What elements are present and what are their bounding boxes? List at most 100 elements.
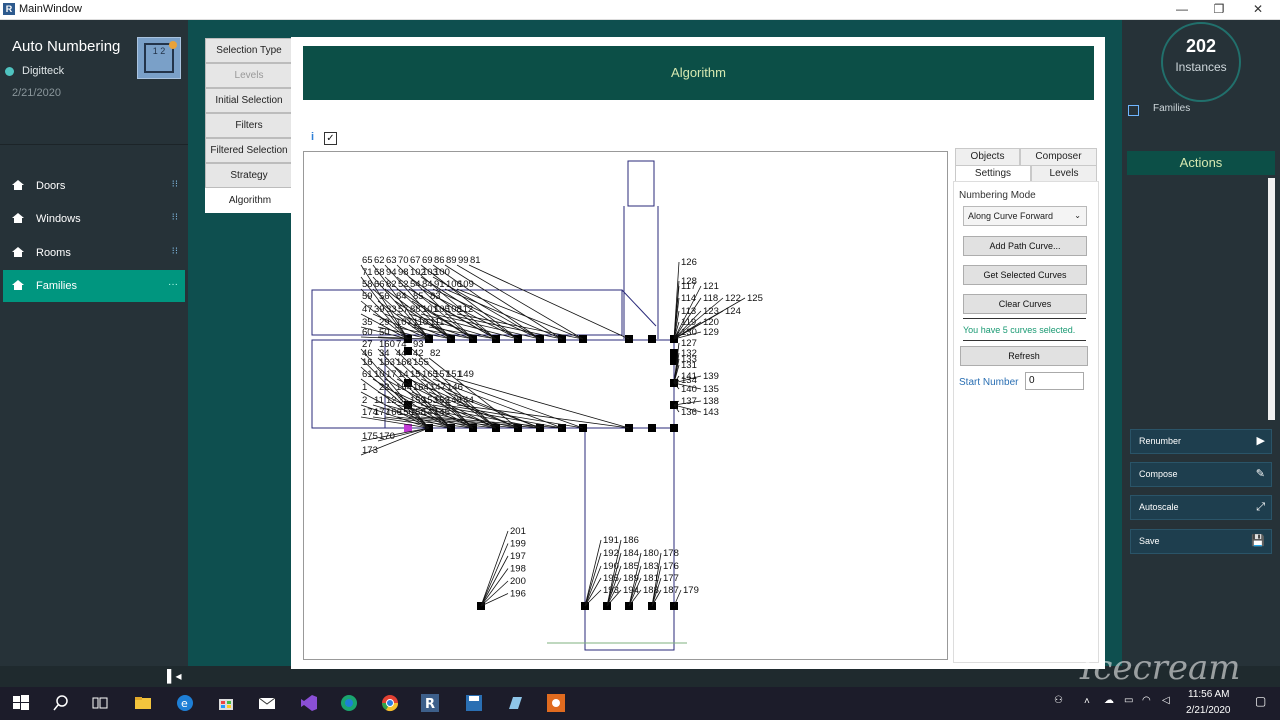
nav-label: Rooms [36, 247, 71, 259]
numbering-mode-select[interactable]: Along Curve Forward ⌄ [963, 206, 1087, 226]
refresh-button[interactable]: Refresh [960, 346, 1088, 366]
tab-filtered-selection[interactable]: Filtered Selection [205, 138, 293, 163]
wall-diagonal [621, 289, 657, 327]
recorder-icon[interactable] [547, 694, 565, 712]
store-icon[interactable] [217, 694, 235, 712]
tab-initial-selection[interactable]: Initial Selection [205, 88, 293, 113]
number-label: 198 [510, 564, 526, 575]
nav-item-rooms[interactable]: Rooms ⁝⁝ [3, 237, 185, 269]
number-label: 100 [434, 267, 450, 278]
windows-start-icon[interactable] [12, 694, 30, 712]
close-button[interactable]: ✕ [1240, 0, 1276, 19]
number-label: 121 [703, 281, 719, 292]
search-icon[interactable] [52, 694, 70, 712]
number-label: 192 [603, 548, 619, 559]
chrome-icon[interactable] [381, 694, 399, 712]
volume-icon[interactable]: ◁ [1162, 695, 1170, 706]
number-label: 109 [458, 279, 474, 290]
wifi-icon[interactable]: ◠ [1142, 695, 1151, 706]
save-button[interactable]: Save 💾 [1130, 529, 1272, 554]
save-disk-icon[interactable] [465, 694, 483, 712]
collapse-panel-icon[interactable]: ▌◂ [167, 669, 182, 683]
more-icon[interactable]: ··· [168, 279, 178, 290]
window-title: MainWindow [19, 3, 82, 15]
family-icon [1128, 105, 1139, 116]
number-label: 99 [458, 255, 469, 266]
number-label: 71 [362, 267, 373, 278]
element-marker[interactable] [648, 335, 656, 343]
number-label: 194 [623, 585, 639, 596]
number-label: 138 [703, 396, 719, 407]
autoscale-button[interactable]: Autoscale ⤢ [1130, 495, 1272, 520]
more-icon[interactable]: ⁝⁝ [172, 246, 178, 257]
right-sidebar [1122, 20, 1280, 666]
cloud-icon[interactable]: ☁ [1104, 695, 1114, 706]
families-label: Families [1153, 103, 1191, 114]
number-label: 59 [362, 291, 373, 302]
more-icon[interactable]: ⁝⁝ [172, 179, 178, 190]
clear-curves-button[interactable]: Clear Curves [963, 294, 1087, 314]
number-label: 195 [603, 573, 619, 584]
tab-composer[interactable]: Composer [1020, 148, 1097, 166]
mail-icon[interactable] [258, 694, 276, 712]
get-selected-curves-button[interactable]: Get Selected Curves [963, 265, 1087, 285]
nav-item-families[interactable]: Families ··· [3, 270, 185, 302]
app-icon[interactable] [506, 694, 524, 712]
number-label: 186 [623, 535, 639, 546]
number-label: 124 [725, 306, 741, 317]
info-icon[interactable]: i [311, 131, 314, 143]
element-marker[interactable] [670, 349, 678, 357]
wall-shaft-top [627, 160, 655, 207]
auto-numbering-logo-icon: 1 2 [137, 37, 181, 79]
show-labels-checkbox[interactable]: ✓ [324, 132, 337, 145]
task-view-icon[interactable] [91, 694, 109, 712]
number-label: 155 [413, 357, 429, 368]
number-label: 16 [362, 357, 373, 368]
start-number-input[interactable]: 0 [1025, 372, 1084, 390]
actions-scrollbar[interactable] [1268, 178, 1275, 420]
logo-dot [169, 41, 177, 49]
clock-date[interactable]: 2/21/2020 [1186, 705, 1231, 716]
element-marker[interactable] [670, 424, 678, 432]
number-label: 190 [603, 561, 619, 572]
notifications-icon[interactable]: ▢ [1255, 694, 1266, 708]
number-label: 114 [681, 293, 696, 304]
renumber-button[interactable]: Renumber ▶ [1130, 429, 1272, 454]
floor-plan-drawing[interactable]: 65 62 63 70 67 69 86 89 99 8171 68 94 98 10210310058 6… [304, 152, 947, 659]
visual-studio-icon[interactable] [300, 694, 318, 712]
number-label: 84 [396, 291, 407, 302]
compose-button[interactable]: Compose ✎ [1130, 462, 1272, 487]
tab-objects[interactable]: Objects [955, 148, 1020, 166]
number-label: 163 [379, 357, 395, 368]
restore-button[interactable]: ❐ [1201, 0, 1237, 19]
number-label: 183 [643, 561, 659, 572]
chevron-up-icon[interactable]: ˄ [1084, 696, 1090, 707]
minimize-button[interactable]: — [1164, 0, 1200, 19]
tab-algorithm[interactable]: Algorithm [205, 188, 295, 213]
edge-beta-icon[interactable] [340, 694, 358, 712]
number-label: 89 [446, 255, 457, 266]
tab-selection-type[interactable]: Selection Type [205, 38, 293, 63]
number-label: 50 [379, 327, 390, 338]
number-label: 123 [703, 306, 719, 317]
nav-item-doors[interactable]: Doors ⁝⁝ [3, 170, 185, 202]
tab-filters[interactable]: Filters [205, 113, 293, 138]
file-explorer-icon[interactable] [134, 694, 152, 712]
element-marker[interactable] [648, 424, 656, 432]
people-icon[interactable]: ⚇ [1054, 695, 1063, 706]
battery-icon[interactable]: ▭ [1124, 695, 1133, 706]
app-name: Auto Numbering [12, 38, 121, 55]
number-label: 135 [703, 384, 719, 395]
nav-item-windows[interactable]: Windows ⁝⁝ [3, 203, 185, 235]
plan-canvas[interactable]: 65 62 63 70 67 69 86 89 99 81 71 68 94 98 102 103 100 58 6… [303, 151, 948, 660]
number-label: 126 [681, 257, 697, 268]
revit-icon[interactable]: R [421, 694, 439, 712]
more-icon[interactable]: ⁝⁝ [172, 212, 178, 223]
number-label: 68 [374, 267, 385, 278]
add-path-curve-button[interactable]: Add Path Curve... [963, 236, 1087, 256]
button-label: Autoscale [1139, 502, 1179, 512]
tab-levels[interactable]: Levels [205, 63, 293, 88]
tab-strategy[interactable]: Strategy [205, 163, 293, 188]
clock-time[interactable]: 11:56 AM [1188, 689, 1230, 700]
edge-browser-icon[interactable]: e [176, 694, 194, 712]
